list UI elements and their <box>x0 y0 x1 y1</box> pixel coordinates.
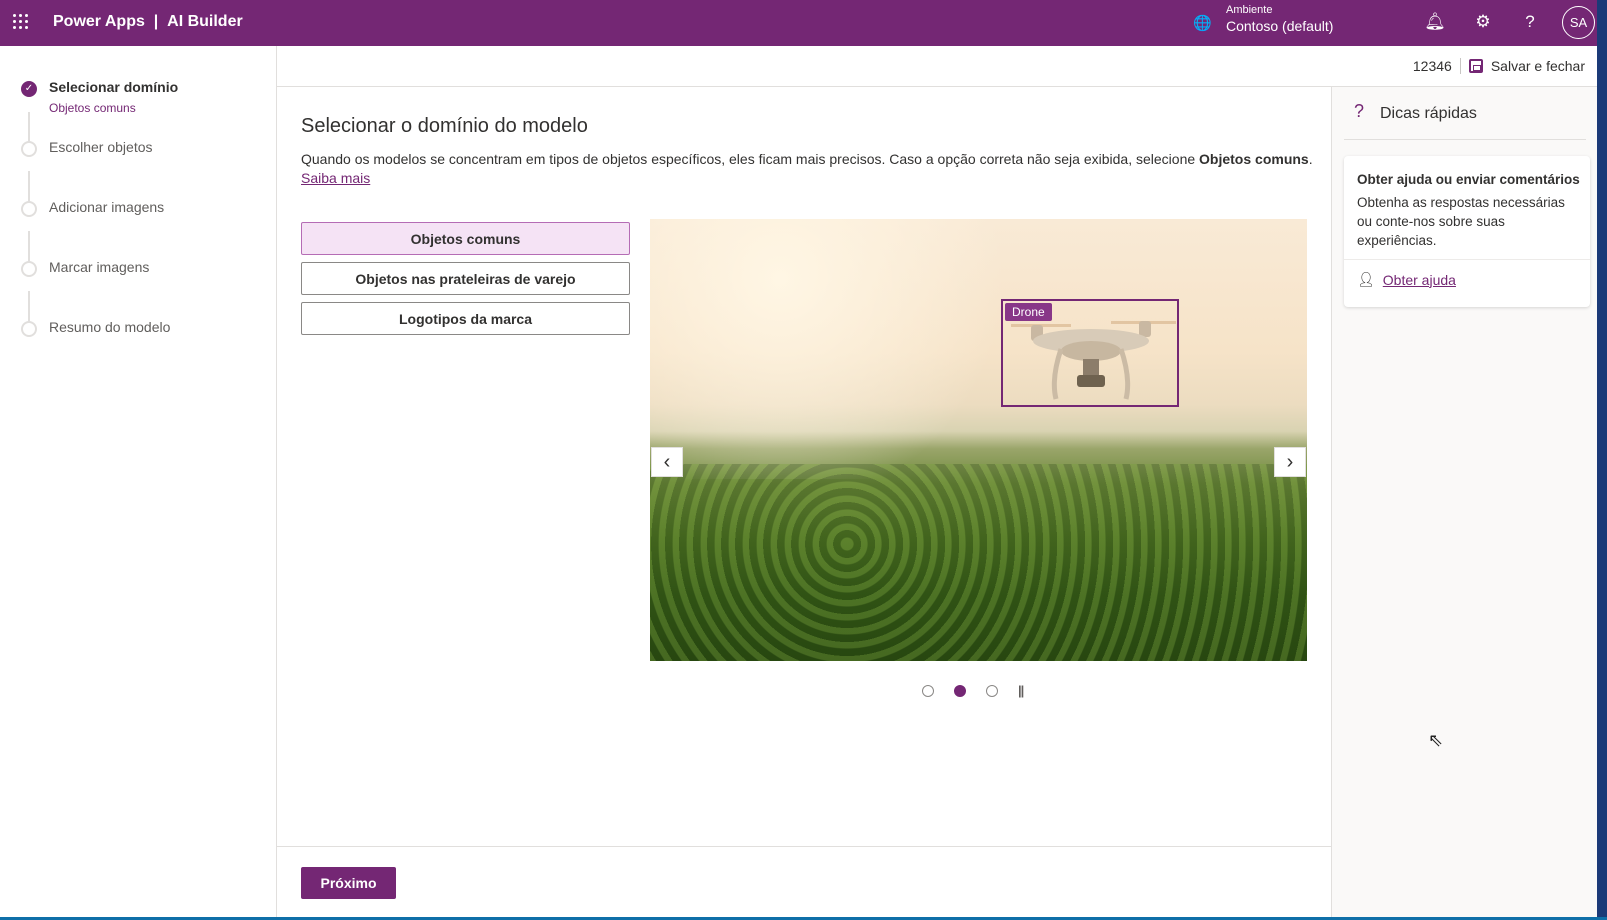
detection-box: Drone <box>1001 299 1179 407</box>
tips-header: ? Dicas rápidas <box>1344 87 1586 140</box>
footer: Próximo <box>277 846 1331 917</box>
tips-title: Dicas rápidas <box>1380 105 1477 122</box>
page-title: Selecionar o domínio do modelo <box>301 115 588 137</box>
learn-more-link[interactable]: Saiba mais <box>301 170 370 186</box>
step-sublabel: Objetos comuns <box>49 101 136 115</box>
save-and-close-button[interactable]: Salvar e fechar <box>1491 58 1585 74</box>
carousel-image: Drone ‹ › <box>650 219 1307 661</box>
divider <box>1459 58 1461 74</box>
brand-separator: | <box>153 13 159 30</box>
brand: Power Apps | AI Builder <box>53 13 243 31</box>
product-name: AI Builder <box>167 13 243 30</box>
command-bar: 12346 Salvar e fechar <box>277 46 1597 87</box>
bell-icon[interactable]: 🔔︎ <box>1424 12 1446 32</box>
crop-field <box>650 464 1307 661</box>
top-bar: Power Apps | AI Builder 🌐 Ambiente Conto… <box>0 0 1597 46</box>
app-launcher-icon[interactable] <box>13 14 29 30</box>
carousel-prev-button[interactable]: ‹ <box>651 447 683 477</box>
quick-tips-panel: ? Dicas rápidas Obter ajuda ou enviar co… <box>1331 87 1597 917</box>
avatar[interactable]: SA <box>1562 6 1595 39</box>
description: Quando os modelos se concentram em tipos… <box>301 151 1321 189</box>
next-button[interactable]: Próximo <box>301 867 396 899</box>
step-circle-icon <box>21 201 37 217</box>
carousel-dot[interactable] <box>986 684 998 697</box>
card-title: Obter ajuda ou enviar comentários <box>1357 172 1580 187</box>
option-common-objects[interactable]: Objetos comuns <box>301 222 630 255</box>
check-icon: ✓ <box>21 81 37 97</box>
help-icon[interactable]: ? <box>1519 12 1541 32</box>
step-label: Adicionar imagens <box>49 199 165 215</box>
question-icon: ? <box>1354 101 1365 121</box>
model-id: 12346 <box>1412 58 1452 74</box>
help-card: Obter ajuda ou enviar comentários Obtenh… <box>1344 156 1590 307</box>
person-feedback-icon: 👤︎ <box>1357 271 1375 287</box>
step-label: Selecionar domínio <box>49 79 179 95</box>
sun-glow <box>650 219 1030 479</box>
description-text: Quando os modelos se concentram em tipos… <box>301 151 1200 167</box>
get-help-link[interactable]: Obter ajuda <box>1383 272 1456 288</box>
detection-label: Drone <box>1005 303 1052 321</box>
save-icon <box>1468 59 1483 73</box>
app-name[interactable]: Power Apps <box>53 13 145 30</box>
card-description: Obtenha as respostas necessárias ou cont… <box>1357 195 1565 248</box>
mouse-cursor-icon: ⇖ <box>1428 730 1444 750</box>
carousel-indicators: || <box>922 683 1024 698</box>
environment-icon[interactable]: 🌐 <box>1193 14 1212 32</box>
environment-name[interactable]: Contoso (default) <box>1226 18 1333 34</box>
main-content: Selecionar o domínio do modelo Quando os… <box>277 87 1331 917</box>
step-label: Marcar imagens <box>49 259 150 275</box>
step-label: Escolher objetos <box>49 139 153 155</box>
carousel-dot[interactable] <box>922 684 934 697</box>
step-circle-icon <box>21 261 37 277</box>
step-sidebar: ✓ Selecionar domínio Objetos comuns Esco… <box>0 46 277 917</box>
gear-icon[interactable]: ⚙ <box>1472 12 1494 32</box>
environment-label[interactable]: Ambiente <box>1226 4 1272 16</box>
carousel-dot-active[interactable] <box>954 684 966 697</box>
step-circle-icon <box>21 321 37 337</box>
option-retail-shelves[interactable]: Objetos nas prateleiras de varejo <box>301 262 630 295</box>
description-end: . <box>1308 151 1313 167</box>
window-border <box>1597 0 1607 920</box>
carousel-next-button[interactable]: › <box>1274 447 1306 477</box>
description-bold: Objetos comuns <box>1199 151 1309 167</box>
option-brand-logos[interactable]: Logotipos da marca <box>301 302 630 335</box>
step-circle-icon <box>21 141 37 157</box>
pause-icon[interactable]: || <box>1018 683 1024 698</box>
divider <box>1344 259 1590 260</box>
step-label: Resumo do modelo <box>49 319 171 335</box>
